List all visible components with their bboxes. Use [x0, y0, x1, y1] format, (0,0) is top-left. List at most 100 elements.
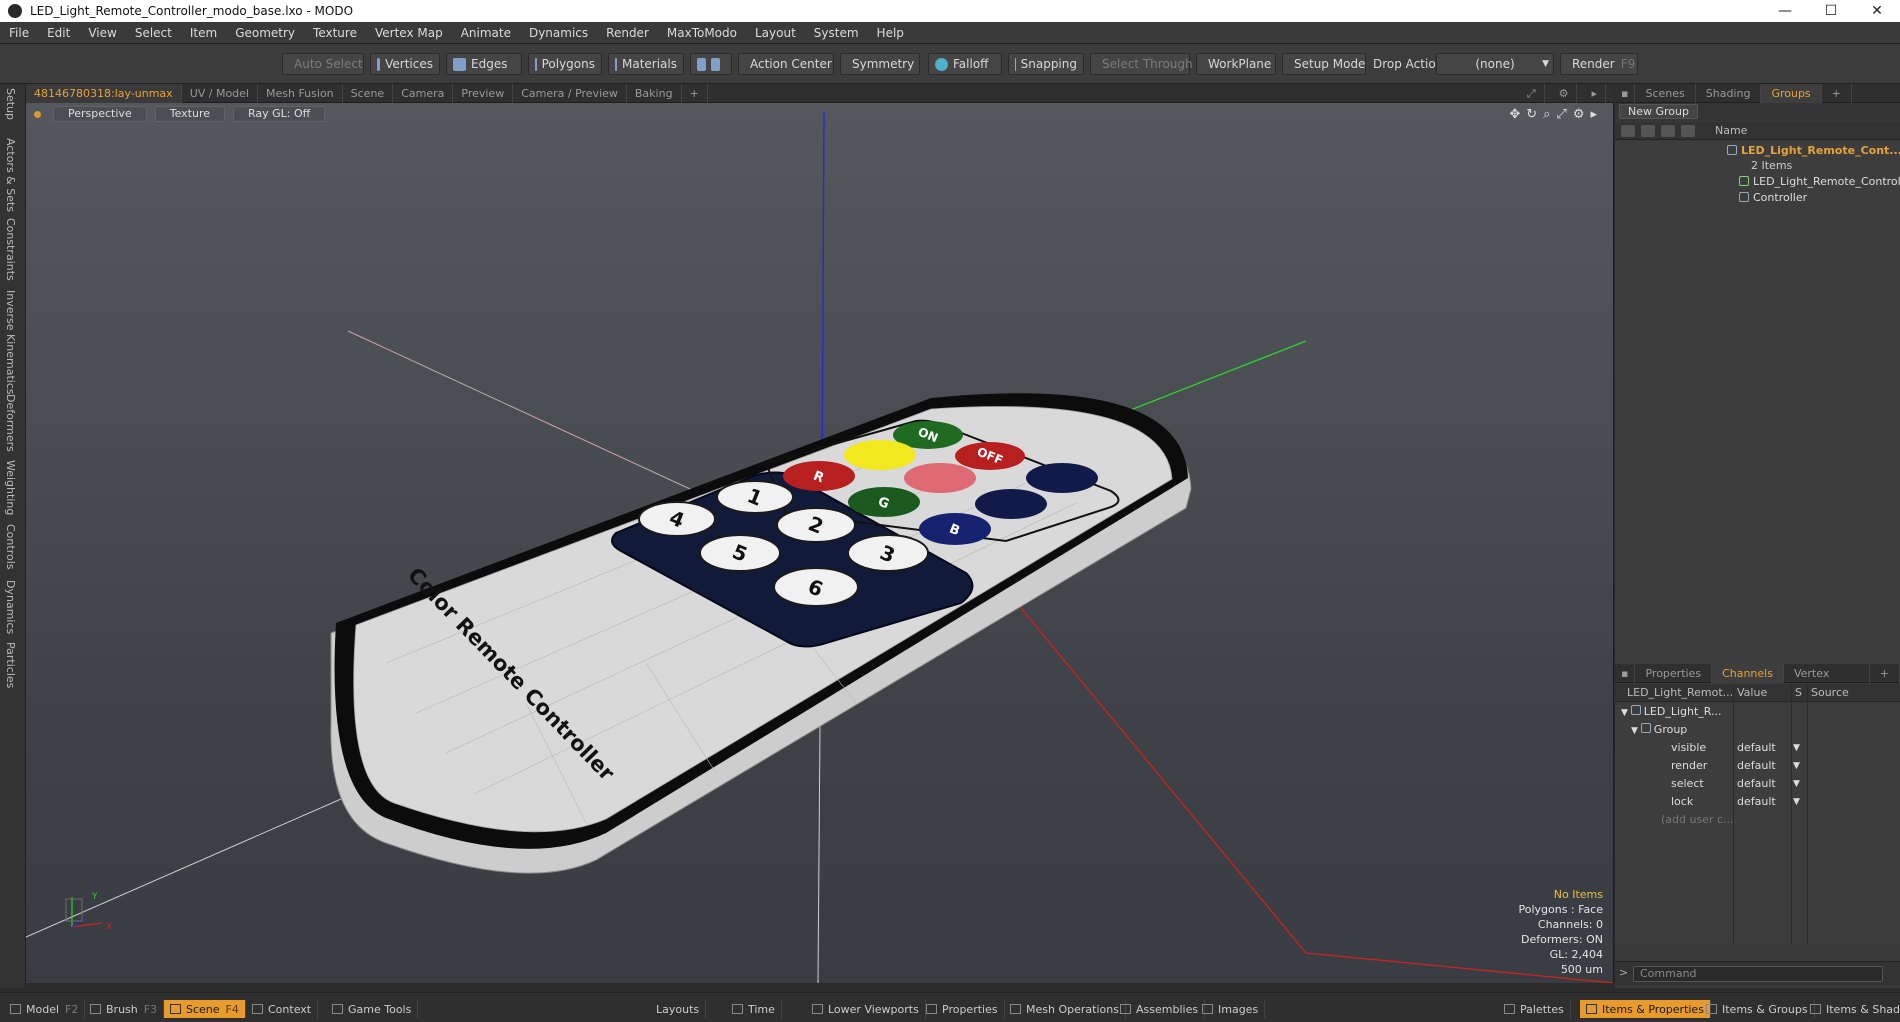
tab-preview[interactable]: Preview: [453, 83, 514, 103]
maximize-button[interactable]: ☐: [1808, 0, 1854, 22]
chevron-right-icon[interactable]: ▸: [1583, 84, 1606, 103]
render-column-icon[interactable]: [1641, 125, 1655, 137]
snapping-button[interactable]: Snapping: [1008, 53, 1084, 75]
vertices-button[interactable]: Vertices: [370, 53, 440, 75]
brush-layout-button[interactable]: Brush F3: [84, 1000, 165, 1018]
tab-groups[interactable]: Groups: [1761, 83, 1822, 103]
tab-properties[interactable]: Properties: [1635, 663, 1713, 683]
tab-vertex-maps[interactable]: Vertex Maps: [1784, 663, 1870, 699]
channel-group-row[interactable]: ▼ Group: [1615, 721, 1900, 739]
setup-mode-button[interactable]: Setup Mode: [1282, 53, 1366, 75]
tab-setup[interactable]: Setup: [4, 88, 17, 120]
menu-dynamics[interactable]: Dynamics: [520, 26, 597, 40]
channel-item-row[interactable]: ▼ LED_Light_R...: [1615, 703, 1900, 721]
close-button[interactable]: ✕: [1854, 0, 1900, 22]
model-layout-button[interactable]: Model F2: [4, 1000, 86, 1018]
add-properties-tab-button[interactable]: +: [1870, 663, 1900, 683]
visibility-column-icon[interactable]: [1621, 125, 1635, 137]
select-value[interactable]: default: [1737, 775, 1776, 793]
menu-maxtomodo[interactable]: MaxToModo: [658, 26, 746, 40]
maximize-viewport-icon[interactable]: ⤢: [1519, 84, 1545, 103]
mesh-operations-button[interactable]: Mesh Operations: [1004, 1000, 1126, 1018]
tab-scenes[interactable]: Scenes: [1635, 83, 1696, 103]
menu-render[interactable]: Render: [597, 26, 658, 40]
render-button[interactable]: Render F9: [1560, 53, 1638, 75]
tab-controls[interactable]: Controls: [4, 524, 17, 570]
images-button[interactable]: Images: [1196, 1000, 1266, 1018]
channel-item-column[interactable]: LED_Light_Remot...: [1627, 686, 1733, 699]
channel-row-render[interactable]: render default ▼: [1615, 757, 1900, 775]
time-button[interactable]: Time: [726, 1000, 782, 1018]
polygons-button[interactable]: Polygons: [528, 53, 602, 75]
tab-camera-preview[interactable]: Camera / Preview: [513, 83, 627, 103]
panel-grip-icon[interactable]: ▪: [1615, 83, 1636, 103]
select-through-button[interactable]: Select Through: [1090, 53, 1193, 75]
tab-uv-model[interactable]: UV / Model: [182, 83, 258, 103]
tab-dynamics[interactable]: Dynamics: [4, 580, 17, 634]
add-tab-button[interactable]: +: [682, 83, 708, 103]
3d-viewport[interactable]: Perspective Texture Ray GL: Off ✥ ↻ ⌕ ⤢ …: [26, 103, 1614, 983]
layouts-button[interactable]: Layouts: [650, 1000, 707, 1018]
group-row-root[interactable]: LED_Light_Remote_Cont...: [1615, 143, 1900, 159]
menu-texture[interactable]: Texture: [304, 26, 366, 40]
menu-geometry[interactable]: Geometry: [226, 26, 304, 40]
new-group-button[interactable]: New Group: [1619, 104, 1698, 119]
menu-item[interactable]: Item: [181, 26, 226, 40]
context-layout-button[interactable]: Context: [246, 1000, 319, 1018]
tab-scene[interactable]: Scene: [343, 83, 394, 103]
drop-action-select[interactable]: (none) ▼: [1436, 53, 1554, 75]
lock-value[interactable]: default: [1737, 793, 1776, 811]
tab-baking[interactable]: Baking: [627, 83, 682, 103]
menu-layout[interactable]: Layout: [746, 26, 805, 40]
properties-button[interactable]: Properties: [920, 1000, 1005, 1018]
name-column-header[interactable]: Name: [1715, 124, 1747, 137]
menu-select[interactable]: Select: [126, 26, 181, 40]
dropdown-arrow-icon[interactable]: ▼: [1793, 775, 1800, 793]
assemblies-button[interactable]: Assemblies: [1114, 1000, 1206, 1018]
selection-mode-buttons[interactable]: [690, 53, 732, 75]
tab-deformers[interactable]: Deformers: [4, 394, 17, 452]
tab-weighting[interactable]: Weighting: [4, 460, 17, 515]
tab-camera[interactable]: Camera: [393, 83, 454, 103]
symmetry-button[interactable]: Symmetry: [840, 53, 920, 75]
edges-button[interactable]: Edges: [446, 53, 522, 75]
lower-viewports-button[interactable]: Lower Viewports: [806, 1000, 926, 1018]
value-column[interactable]: Value: [1737, 686, 1767, 699]
falloff-button[interactable]: Falloff: [928, 53, 1002, 75]
source-column[interactable]: Source: [1811, 686, 1849, 699]
tab-lay-unmax[interactable]: 48146780318:lay-unmax: [26, 83, 182, 103]
menu-help[interactable]: Help: [868, 26, 913, 40]
tab-actors-sets[interactable]: Actors & Sets: [4, 138, 17, 212]
add-panel-tab-button[interactable]: +: [1822, 83, 1852, 103]
tree-item-controller[interactable]: Controller: [1615, 190, 1900, 206]
menu-animate[interactable]: Animate: [452, 26, 520, 40]
lock-column-icon[interactable]: [1661, 125, 1675, 137]
materials-button[interactable]: Materials: [608, 53, 684, 75]
game-tools-button[interactable]: Game Tools: [326, 1000, 419, 1018]
tab-mesh-fusion[interactable]: Mesh Fusion: [258, 83, 343, 103]
tab-particles[interactable]: Particles: [4, 642, 17, 688]
tab-shading[interactable]: Shading: [1696, 83, 1762, 103]
tree-item-mesh[interactable]: LED_Light_Remote_Controller: [1615, 174, 1900, 190]
select-column-icon[interactable]: [1681, 125, 1695, 137]
palettes-button[interactable]: Palettes: [1498, 1000, 1571, 1018]
settings-gear-icon[interactable]: ⚙: [1551, 84, 1578, 103]
tab-inverse-kinematics[interactable]: Inverse Kinematics: [4, 290, 17, 395]
workplane-button[interactable]: WorkPlane: [1196, 53, 1276, 75]
menu-view[interactable]: View: [79, 26, 125, 40]
items-shading-button[interactable]: Items & Shadin: [1804, 1000, 1900, 1018]
action-center-button[interactable]: Action Center: [738, 53, 834, 75]
menu-vertex-map[interactable]: Vertex Map: [366, 26, 452, 40]
scene-layout-button[interactable]: Scene F4: [164, 1000, 246, 1018]
dropdown-arrow-icon[interactable]: ▼: [1793, 793, 1800, 811]
panel-grip-icon-2[interactable]: ▪: [1615, 663, 1636, 683]
channel-row-select[interactable]: select default ▼: [1615, 775, 1900, 793]
command-input[interactable]: Command: [1633, 966, 1883, 982]
render-value[interactable]: default: [1737, 757, 1776, 775]
items-properties-button[interactable]: Items & Properties: [1580, 1000, 1711, 1018]
menu-system[interactable]: System: [805, 26, 868, 40]
menu-edit[interactable]: Edit: [38, 26, 79, 40]
channel-row-lock[interactable]: lock default ▼: [1615, 793, 1900, 811]
dropdown-arrow-icon[interactable]: ▼: [1793, 739, 1800, 757]
scene-canvas[interactable]: ON OFF R G B 1 2 3 4 5 6 Color Remote Co…: [26, 103, 1614, 983]
